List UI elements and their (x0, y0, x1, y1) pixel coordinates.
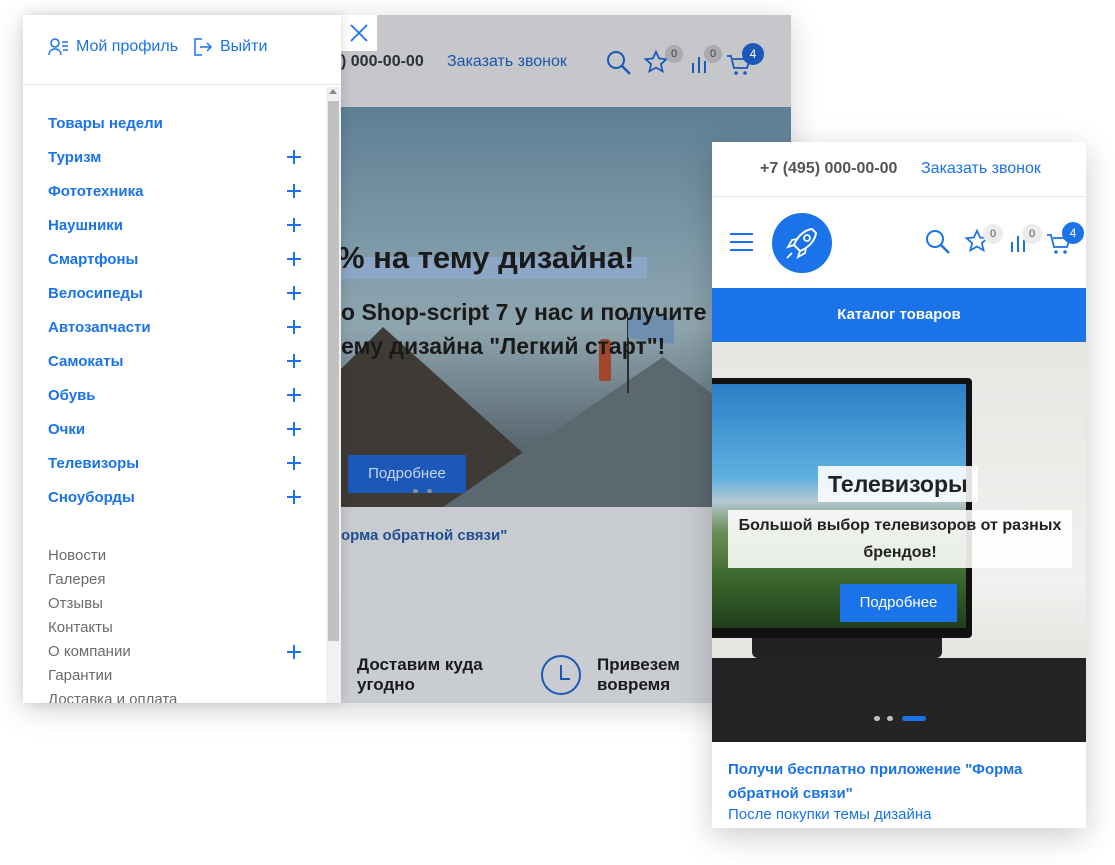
callback-link[interactable]: Заказать звонок (447, 53, 567, 71)
info-link[interactable]: Отзывы (48, 592, 103, 616)
my-profile-link[interactable]: Мой профиль (48, 37, 178, 57)
expand-plus-icon[interactable] (287, 285, 303, 301)
info-link[interactable]: Галерея (48, 568, 106, 592)
expand-plus-icon[interactable] (287, 421, 303, 437)
search-icon[interactable] (605, 49, 633, 77)
category-item[interactable]: Фототехника (48, 180, 308, 204)
mobile-contact-bar: +7 (495) 000-00-00 Заказать звонок (712, 142, 1086, 197)
feature-delivery: Доставим куда угодно (357, 655, 483, 694)
expand-plus-icon[interactable] (287, 319, 303, 335)
expand-plus-icon[interactable] (287, 353, 303, 369)
cart-count-badge: 4 (742, 43, 764, 65)
logout-label: Выйти (220, 38, 268, 55)
logout-icon (194, 38, 213, 56)
expand-plus-icon[interactable] (287, 251, 303, 267)
expand-plus-icon[interactable] (287, 217, 303, 233)
scroll-up-arrow-icon[interactable] (329, 89, 337, 94)
category-item[interactable]: Туризм (48, 146, 308, 170)
logout-link[interactable]: Выйти (193, 37, 267, 57)
expand-plus-icon[interactable] (287, 489, 303, 505)
slider-dot[interactable] (427, 489, 432, 493)
mobile-compare-count-badge: 0 (1022, 224, 1042, 244)
slide-title: Телевизоры (818, 466, 978, 502)
category-item[interactable]: Автозапчасти (48, 316, 308, 340)
category-item[interactable]: Велосипеды (48, 282, 308, 306)
slider-dot[interactable] (413, 489, 418, 493)
category-item[interactable]: Телевизоры (48, 452, 308, 476)
close-menu-button[interactable] (341, 15, 377, 51)
expand-plus-icon[interactable] (287, 387, 303, 403)
mobile-callback-link[interactable]: Заказать звонок (921, 160, 1041, 178)
slide-more-button[interactable]: Подробнее (840, 584, 957, 622)
side-menu-drawer: Мой профиль Выйти Товары недели Туризм Ф… (23, 15, 341, 703)
clock-icon (541, 655, 581, 695)
mobile-cart-count-badge: 4 (1062, 222, 1084, 244)
category-item[interactable]: Самокаты (48, 350, 308, 374)
slide-text: Большой выбор телевизоров от разных брен… (728, 510, 1072, 568)
category-item[interactable]: Товары недели (48, 112, 308, 136)
catalog-button[interactable]: Каталог товаров (712, 288, 1086, 342)
expand-plus-icon[interactable] (287, 644, 303, 660)
category-item[interactable]: Очки (48, 418, 308, 442)
hamburger-menu-icon[interactable] (730, 233, 753, 251)
hero-more-button[interactable]: Подробнее (348, 455, 466, 493)
profile-icon (48, 38, 68, 56)
hero-line-2: ему дизайна "Легкий старт"! (341, 333, 666, 359)
mobile-wishlist-count-badge: 0 (983, 224, 1003, 244)
rocket-icon (786, 227, 818, 259)
slider-dot-active[interactable] (381, 489, 405, 493)
info-link[interactable]: Контакты (48, 616, 113, 640)
feature-on-time: Привезем вовремя (597, 655, 680, 694)
expand-plus-icon[interactable] (287, 183, 303, 199)
info-link[interactable]: Доставка и оплата (48, 688, 177, 703)
slider-dot[interactable] (887, 716, 893, 721)
drawer-header: Мой профиль Выйти (23, 15, 341, 85)
category-item[interactable]: Наушники (48, 214, 308, 238)
app-promo-link[interactable]: Получи бесплатно приложение "Форма обрат… (728, 758, 1068, 806)
rocket-logo[interactable] (772, 213, 832, 273)
compare-count-badge: 0 (704, 45, 722, 63)
promo-slider: Телевизоры Большой выбор телевизоров от … (712, 342, 1086, 742)
tv-stand (752, 638, 942, 658)
wishlist-count-badge: 0 (665, 45, 683, 63)
my-profile-label: Мой профиль (76, 38, 179, 55)
scrollbar-thumb[interactable] (328, 101, 339, 641)
hero-heading: % на тему дизайна! (337, 240, 635, 275)
header-phone: ) 000-00-00 (341, 53, 424, 70)
category-item[interactable]: Смартфоны (48, 248, 308, 272)
app-link[interactable]: орма обратной связи" (341, 527, 507, 544)
expand-plus-icon[interactable] (287, 455, 303, 471)
info-link[interactable]: О компании (48, 640, 131, 664)
info-link[interactable]: Гарантии (48, 664, 112, 688)
tv-cabinet (712, 658, 1086, 742)
category-item[interactable]: Сноуборды (48, 486, 308, 510)
mobile-site-mockup: +7 (495) 000-00-00 Заказать звонок 0 0 4… (712, 142, 1086, 828)
mobile-phone: +7 (495) 000-00-00 (760, 160, 898, 177)
mobile-search-icon[interactable] (924, 228, 952, 256)
expand-plus-icon[interactable] (287, 149, 303, 165)
hero-line-1: о Shop-script 7 у нас и получите (341, 299, 707, 325)
slider-dot-active[interactable] (902, 716, 926, 721)
category-item[interactable]: Обувь (48, 384, 308, 408)
info-link[interactable]: Новости (48, 544, 106, 568)
slider-dot[interactable] (874, 716, 880, 721)
close-icon (350, 24, 368, 42)
app-promo-subtext: После покупки темы дизайна (728, 806, 932, 823)
